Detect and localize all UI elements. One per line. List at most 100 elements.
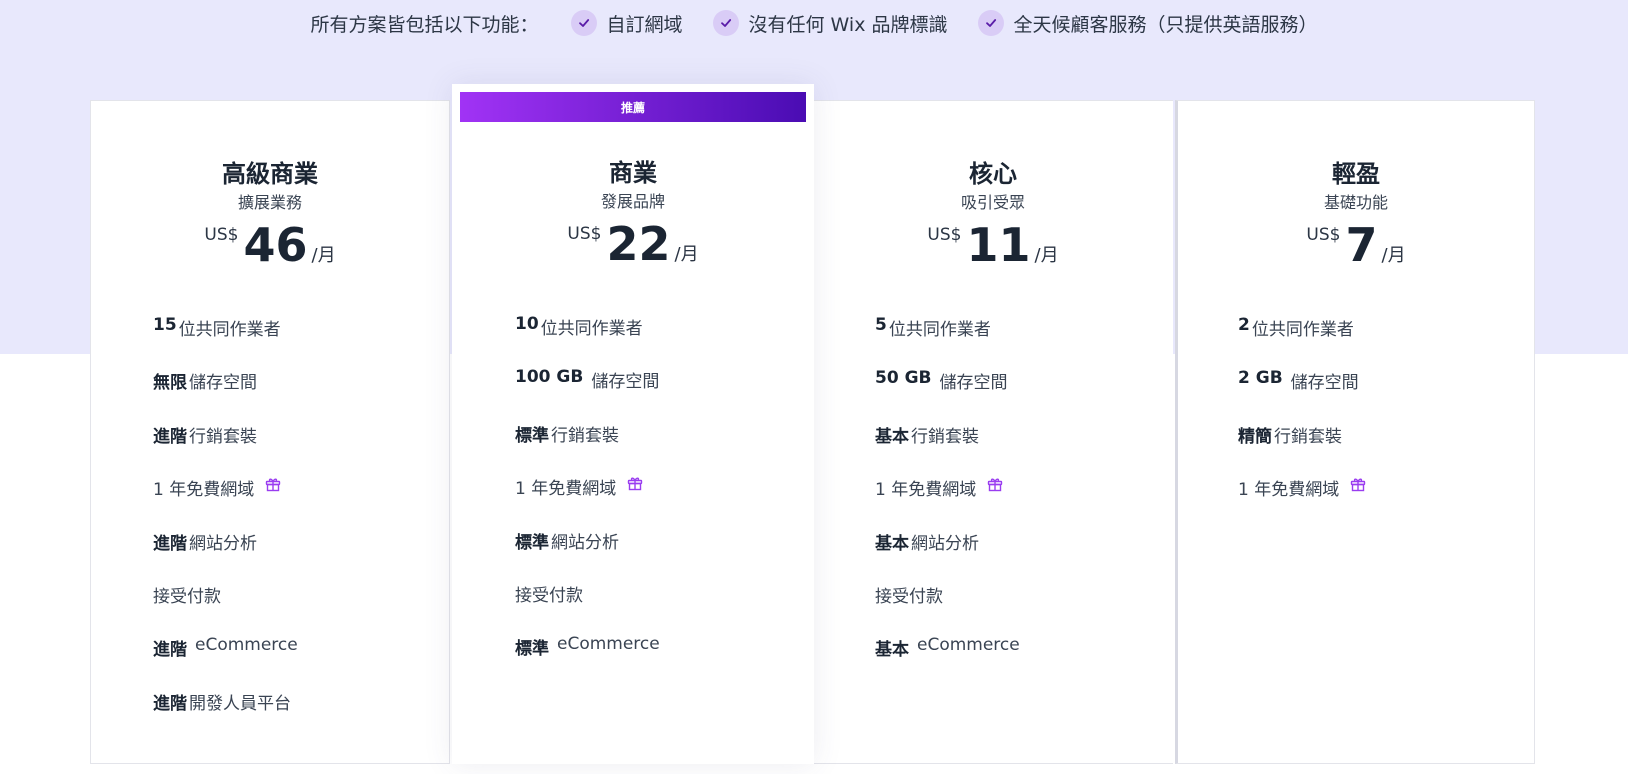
feature-highlight: 基本 — [875, 426, 909, 447]
plan-price: US$ 46 /月 — [91, 217, 449, 277]
price-currency: US$ — [204, 225, 239, 245]
recommended-badge: 推薦 — [460, 92, 806, 122]
feature-highlight: 2 — [1238, 315, 1250, 335]
feature-collaborators: 15 位共同作業者 — [153, 315, 298, 368]
plan-tagline: 基礎功能 — [1323, 193, 1388, 212]
feature-highlight: 2 GB — [1238, 368, 1283, 389]
plan-tagline: 吸引受眾 — [960, 193, 1025, 212]
feature-marketing: 精簡 行銷套裝 — [1238, 422, 1367, 475]
feature-list: 15 位共同作業者 無限 儲存空間 進階 行銷套裝 1 年免費網域 進階 網站分析 接受… — [153, 315, 298, 742]
included-feature-label: 全天候顧客服務（只提供英語服務） — [1013, 13, 1318, 36]
feature-highlight: 進階 — [153, 693, 187, 714]
feature-dev-platform: 進階 開發人員平台 — [153, 689, 298, 742]
pricing-plans: 高級商業 擴展業務 US$ 46 /月 15 位共同作業者 無限 儲存空間 進階 行銷… — [90, 84, 1540, 764]
feature-highlight: 進階 — [153, 426, 187, 447]
plan-header: 商業 發展品牌 US$ 22 /月 — [452, 158, 814, 276]
included-feature-label: 沒有任何 Wix 品牌標識 — [748, 13, 948, 36]
plan-tagline: 發展品牌 — [600, 192, 665, 211]
price-amount: 46 — [243, 218, 308, 272]
price-period: /月 — [674, 244, 699, 265]
price-amount: 22 — [606, 217, 671, 271]
feature-payments: 接受付款 — [515, 581, 660, 634]
included-feature-label: 自訂網域 — [606, 13, 683, 36]
plan-tagline: 擴展業務 — [237, 193, 302, 212]
feature-storage: 100 GB 儲存空間 — [515, 367, 660, 420]
feature-text: 開發人員平台 — [189, 693, 291, 714]
feature-text: 1 年免費網域 — [875, 480, 977, 501]
feature-highlight: 標準 — [515, 639, 549, 660]
feature-highlight: 100 GB — [515, 367, 584, 388]
feature-text: 行銷套裝 — [911, 426, 979, 447]
plan-card-business[interactable]: 推薦 商業 發展品牌 US$ 22 /月 10 位共同作業者 100 GB 儲存空間… — [452, 84, 814, 764]
plan-name: 輕盈 — [1332, 160, 1380, 188]
plan-header: 核心 吸引受眾 US$ 11 /月 — [813, 159, 1173, 277]
price-period: /月 — [311, 245, 336, 266]
feature-highlight: 無限 — [153, 373, 187, 394]
feature-list: 10 位共同作業者 100 GB 儲存空間 標準 行銷套裝 1 年免費網域 標準 網站分… — [515, 314, 660, 688]
included-feature-support: 全天候顧客服務（只提供英語服務） — [977, 10, 1318, 37]
feature-analytics: 進階 網站分析 — [153, 529, 298, 582]
plan-name: 高級商業 — [222, 160, 318, 188]
price-currency: US$ — [567, 224, 602, 244]
feature-list: 5 位共同作業者 50 GB 儲存空間 基本 行銷套裝 1 年免費網域 基本 網站分析 … — [875, 315, 1020, 689]
feature-free-domain: 1 年免費網域 — [1238, 475, 1367, 528]
feature-text: 接受付款 — [153, 586, 221, 607]
feature-highlight: 基本 — [875, 640, 909, 661]
feature-text: 接受付款 — [515, 585, 583, 606]
plan-card-business-elite[interactable]: 高級商業 擴展業務 US$ 46 /月 15 位共同作業者 無限 儲存空間 進階 行銷… — [90, 100, 450, 764]
feature-ecommerce: 基本 eCommerce — [875, 635, 1020, 688]
price-currency: US$ — [1306, 225, 1341, 245]
feature-text: eCommerce — [195, 635, 298, 656]
check-icon — [570, 10, 597, 36]
feature-free-domain: 1 年免費網域 — [875, 475, 1020, 528]
feature-text: 接受付款 — [875, 586, 943, 607]
price-amount: 11 — [966, 218, 1031, 272]
feature-highlight: 標準 — [515, 425, 549, 446]
plan-name: 商業 — [609, 159, 657, 187]
feature-text: 行銷套裝 — [189, 426, 257, 447]
feature-highlight: 標準 — [515, 532, 549, 553]
feature-text: 網站分析 — [189, 533, 257, 554]
included-features-title: 所有方案皆包括以下功能： — [310, 13, 539, 36]
feature-free-domain: 1 年免費網域 — [153, 475, 298, 528]
feature-marketing: 基本 行銷套裝 — [875, 422, 1020, 475]
feature-list: 2 位共同作業者 2 GB 儲存空間 精簡 行銷套裝 1 年免費網域 — [1238, 315, 1367, 529]
feature-storage: 50 GB 儲存空間 — [875, 368, 1020, 421]
plan-header: 高級商業 擴展業務 US$ 46 /月 — [91, 159, 449, 277]
feature-text: 位共同作業者 — [178, 320, 281, 340]
price-period: /月 — [1034, 245, 1059, 266]
feature-text: 儲存空間 — [591, 372, 660, 393]
feature-text: 1 年免費網域 — [1238, 480, 1340, 501]
price-amount: 7 — [1345, 218, 1378, 272]
feature-analytics: 基本 網站分析 — [875, 529, 1020, 582]
plan-name: 核心 — [969, 160, 1017, 188]
gift-icon[interactable] — [1349, 475, 1367, 493]
plan-price: US$ 22 /月 — [452, 216, 814, 276]
feature-text: 位共同作業者 — [1251, 320, 1354, 340]
feature-highlight: 基本 — [875, 533, 909, 554]
feature-text: eCommerce — [557, 634, 660, 655]
feature-ecommerce: 進階 eCommerce — [153, 635, 298, 688]
included-features-bar: 所有方案皆包括以下功能： 自訂網域 沒有任何 Wix 品牌標識 全天候顧客服務（… — [0, 0, 1628, 46]
feature-text: 儲存空間 — [1290, 373, 1359, 394]
feature-text: 網站分析 — [911, 533, 979, 554]
gift-icon[interactable] — [264, 475, 282, 493]
feature-ecommerce: 標準 eCommerce — [515, 634, 660, 687]
feature-collaborators: 2 位共同作業者 — [1238, 315, 1367, 368]
gift-icon[interactable] — [626, 474, 644, 492]
plan-price: US$ 11 /月 — [813, 217, 1173, 277]
plan-card-core[interactable]: 核心 吸引受眾 US$ 11 /月 5 位共同作業者 50 GB 儲存空間 基本 行銷… — [813, 100, 1173, 764]
feature-collaborators: 5 位共同作業者 — [875, 315, 1020, 368]
feature-highlight: 10 — [515, 314, 539, 334]
feature-text: 行銷套裝 — [1274, 426, 1342, 447]
feature-text: 儲存空間 — [189, 373, 257, 394]
check-icon — [712, 10, 739, 36]
feature-highlight: 5 — [875, 315, 887, 335]
plan-header: 輕盈 基礎功能 US$ 7 /月 — [1178, 159, 1534, 277]
check-icon — [977, 10, 1004, 36]
feature-storage: 無限 儲存空間 — [153, 368, 298, 421]
feature-marketing: 進階 行銷套裝 — [153, 422, 298, 475]
plan-card-light[interactable]: 輕盈 基礎功能 US$ 7 /月 2 位共同作業者 2 GB 儲存空間 精簡 行銷套裝… — [1175, 100, 1535, 764]
gift-icon[interactable] — [986, 475, 1004, 493]
feature-payments: 接受付款 — [153, 582, 298, 635]
